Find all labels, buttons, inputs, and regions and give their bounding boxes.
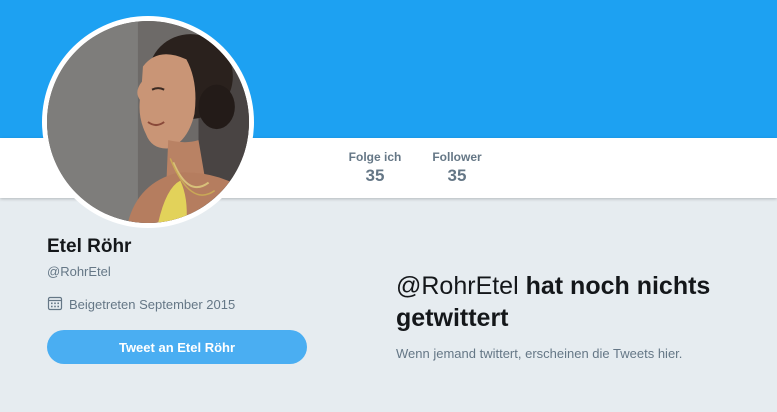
stat-following-count: 35 xyxy=(365,166,385,185)
stat-followers-count: 35 xyxy=(447,166,467,185)
joined-text: Beigetreten September 2015 xyxy=(69,296,236,312)
avatar-photo xyxy=(47,21,249,223)
joined-date: Beigetreten September 2015 xyxy=(47,295,235,313)
tweet-to-button[interactable]: Tweet an Etel Röhr xyxy=(47,330,307,364)
stat-following-label: Folge ich xyxy=(348,150,402,164)
stat-followers-label: Follower xyxy=(432,150,482,164)
empty-timeline-heading: @RohrEtel hat noch nichts getwittert xyxy=(396,270,766,334)
empty-heading-handle: @RohrEtel xyxy=(396,272,519,300)
profile-handle[interactable]: @RohrEtel xyxy=(47,264,111,279)
empty-timeline-text: Wenn jemand twittert, erscheinen die Twe… xyxy=(396,346,683,361)
avatar[interactable] xyxy=(42,16,254,228)
stat-followers[interactable]: Follower 35 xyxy=(428,150,486,186)
stat-following[interactable]: Folge ich 35 xyxy=(346,150,404,186)
calendar-icon xyxy=(47,295,69,314)
profile-name: Etel Röhr xyxy=(47,236,132,257)
